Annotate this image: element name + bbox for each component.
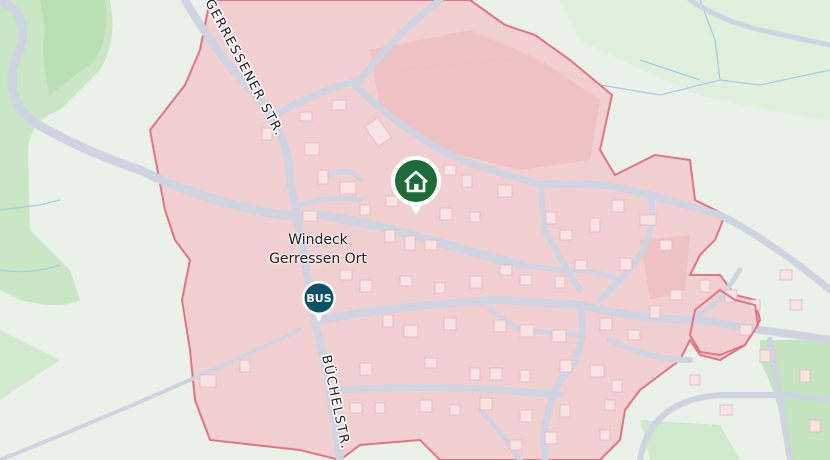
map-canvas[interactable]: GERRESSENER STR. BÜCHELSTR.: [0, 0, 830, 460]
place-label: Windeck Gerressen Ort: [258, 231, 378, 269]
place-label-line2: Gerressen Ort: [269, 251, 367, 267]
bus-stop-icon: BUS: [306, 292, 331, 305]
place-label-line1: Windeck: [288, 232, 348, 248]
home-location-marker[interactable]: [389, 155, 443, 217]
map-view[interactable]: GERRESSENER STR. BÜCHELSTR. Windeck Gerr…: [0, 0, 830, 460]
bus-stop-marker[interactable]: BUS: [299, 280, 339, 324]
